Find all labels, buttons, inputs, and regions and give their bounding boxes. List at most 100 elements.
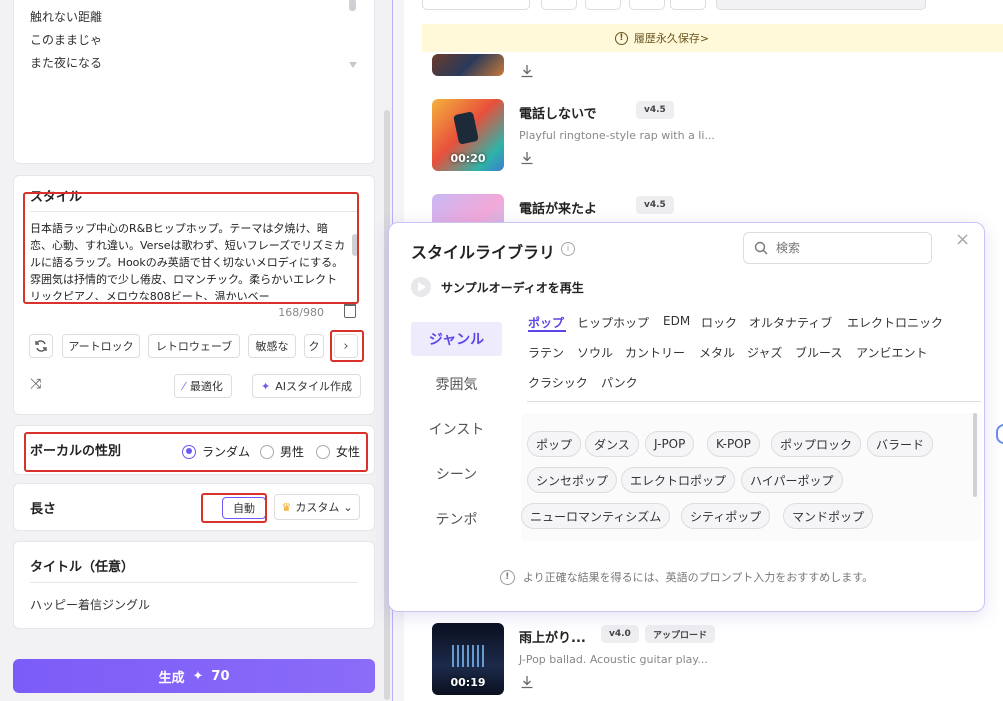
- radio-male[interactable]: 男性: [260, 443, 304, 460]
- genre-tab[interactable]: ポップ: [528, 314, 564, 331]
- generate-cost: 70: [211, 668, 230, 684]
- style-chip[interactable]: ク: [304, 334, 324, 358]
- style-tag[interactable]: ニューロマンティシズム: [521, 503, 671, 529]
- search-box[interactable]: [743, 232, 932, 264]
- shuffle-icon[interactable]: ⤨: [30, 376, 41, 392]
- info-icon[interactable]: i: [561, 242, 575, 256]
- genre-tab[interactable]: EDM: [663, 314, 690, 328]
- style-tag[interactable]: シンセポップ: [527, 467, 618, 493]
- sparkle-icon: ✦: [261, 379, 271, 393]
- style-tag[interactable]: マンドポップ: [783, 503, 874, 529]
- genre-tab[interactable]: エレクトロニック: [847, 314, 943, 331]
- genre-tab[interactable]: クラシック: [528, 374, 588, 391]
- search-input[interactable]: [776, 241, 916, 255]
- divider: [527, 401, 981, 402]
- edge-handle[interactable]: [996, 424, 1003, 444]
- song-duration: 00:19: [450, 676, 486, 689]
- close-icon[interactable]: ×: [955, 229, 970, 250]
- radio-dot: [260, 444, 274, 459]
- genre-tab[interactable]: ジャズ: [747, 344, 782, 361]
- style-chip[interactable]: 敏感な: [248, 334, 296, 358]
- version-badge: v4.0: [601, 625, 639, 643]
- genre-tab[interactable]: ロック: [701, 314, 737, 331]
- style-tag[interactable]: J-POP: [645, 431, 695, 457]
- style-tag[interactable]: ポップロック: [771, 431, 862, 457]
- download-icon[interactable]: [520, 64, 534, 78]
- style-tag[interactable]: ハイパーポップ: [741, 467, 843, 493]
- song-item[interactable]: 00:20 電話しないで v4.5 Playful ringtone-style…: [432, 99, 992, 171]
- scroll-down-icon[interactable]: [349, 62, 357, 68]
- play-sample-button[interactable]: サンプルオーディオを再生: [411, 277, 584, 297]
- style-scrollbar[interactable]: [352, 234, 358, 256]
- category-genre[interactable]: ジャンル: [411, 322, 502, 356]
- crown-icon: ♛: [281, 500, 292, 514]
- radio-label: 男性: [280, 445, 305, 459]
- category-instrument[interactable]: インスト: [411, 412, 502, 446]
- genre-tab[interactable]: ヒップホップ: [577, 314, 649, 331]
- song-thumbnail: [432, 54, 504, 76]
- genre-tab[interactable]: オルタナティブ: [749, 314, 832, 331]
- style-tag[interactable]: エレクトロポップ: [621, 467, 736, 493]
- vocal-card: ボーカルの性別 ランダム 男性 女性: [13, 425, 375, 475]
- style-library-popup: スタイルライブラリ i × サンプルオーディオを再生 ジャンル 雰囲気 インスト…: [388, 222, 985, 612]
- download-icon[interactable]: [520, 675, 534, 689]
- radio-dot-selected: [182, 444, 196, 459]
- radio-female[interactable]: 女性: [316, 443, 360, 460]
- style-chip[interactable]: レトロウェーブ: [148, 334, 240, 358]
- version-badge: v4.5: [636, 101, 674, 119]
- sparkle-icon: ✦: [192, 668, 204, 684]
- style-tag[interactable]: ポップ: [527, 431, 582, 457]
- genre-tab[interactable]: アンビエント: [856, 344, 928, 361]
- chevron-down-icon: ⌄: [343, 500, 353, 514]
- trash-icon[interactable]: [344, 304, 356, 318]
- genre-tab[interactable]: パンク: [601, 374, 638, 391]
- next-chips-button[interactable]: ›: [334, 334, 358, 358]
- category-tempo[interactable]: テンポ: [411, 502, 502, 536]
- ai-style-button[interactable]: ✦ AIスタイル作成: [252, 374, 361, 398]
- radio-label: ランダム: [202, 445, 251, 459]
- genre-tab[interactable]: メタル: [699, 344, 735, 361]
- style-textarea[interactable]: 日本語ラップ中心のR&Bヒップホップ。テーマは夕焼け、暗恋、心動、すれ違い。Ve…: [30, 220, 348, 300]
- style-chip[interactable]: アートロック: [62, 334, 140, 358]
- song-title[interactable]: 電話が来たよ: [519, 198, 597, 217]
- category-scene[interactable]: シーン: [411, 457, 502, 491]
- genre-tab[interactable]: ブルース: [795, 344, 842, 361]
- magic-wand-icon: ⁄: [183, 379, 185, 393]
- refresh-button[interactable]: [29, 334, 53, 358]
- active-tab-underline: [528, 330, 566, 332]
- tag-scrollbar[interactable]: [973, 413, 977, 497]
- char-counter: 168/980: [278, 306, 324, 319]
- optimize-button[interactable]: ⁄ 最適化: [174, 374, 232, 398]
- song-title[interactable]: 雨上がり...: [519, 627, 586, 646]
- genre-tab[interactable]: ソウル: [577, 344, 613, 361]
- download-icon[interactable]: [520, 151, 534, 165]
- genre-tab[interactable]: ラテン: [528, 344, 564, 361]
- genre-tab[interactable]: カントリー: [625, 344, 685, 361]
- lyrics-line: また夜になる: [30, 56, 103, 70]
- hint-text: より正確な結果を得るには、英語のプロンプト入力をおすすめします。: [522, 571, 874, 584]
- divider: [30, 211, 358, 212]
- warning-icon: !: [499, 569, 515, 585]
- style-tag[interactable]: K-POP: [707, 431, 760, 457]
- song-thumbnail: 00:19: [432, 623, 504, 695]
- length-card: 長さ 自動 ♛ カスタム ⌄: [13, 483, 375, 531]
- lyrics-line: このままじゃ: [30, 33, 103, 47]
- radio-random[interactable]: ランダム: [182, 443, 250, 460]
- song-item[interactable]: 00:19 雨上がり... v4.0 アップロード J-Pop ballad. …: [432, 623, 992, 695]
- style-tag[interactable]: バラード: [867, 431, 934, 457]
- search-icon: [754, 241, 768, 255]
- ai-style-label: AIスタイル作成: [275, 380, 352, 393]
- length-auto-button[interactable]: 自動: [222, 497, 266, 519]
- generate-label: 生成: [158, 670, 185, 686]
- lyrics-scrollbar[interactable]: [349, 0, 356, 11]
- title-input[interactable]: ハッピー着信ジングル: [30, 596, 150, 613]
- generate-button[interactable]: 生成 ✦ 70: [13, 659, 375, 693]
- style-tag[interactable]: シティポップ: [681, 503, 771, 529]
- category-mood[interactable]: 雰囲気: [411, 367, 502, 401]
- song-item[interactable]: [432, 4, 992, 78]
- style-tag[interactable]: ダンス: [585, 431, 639, 457]
- song-description: Playful ringtone-style rap with a li...: [519, 129, 715, 142]
- song-title[interactable]: 電話しないで: [519, 103, 597, 122]
- refresh-icon: [35, 340, 47, 352]
- length-custom-dropdown[interactable]: ♛ カスタム ⌄: [274, 494, 360, 520]
